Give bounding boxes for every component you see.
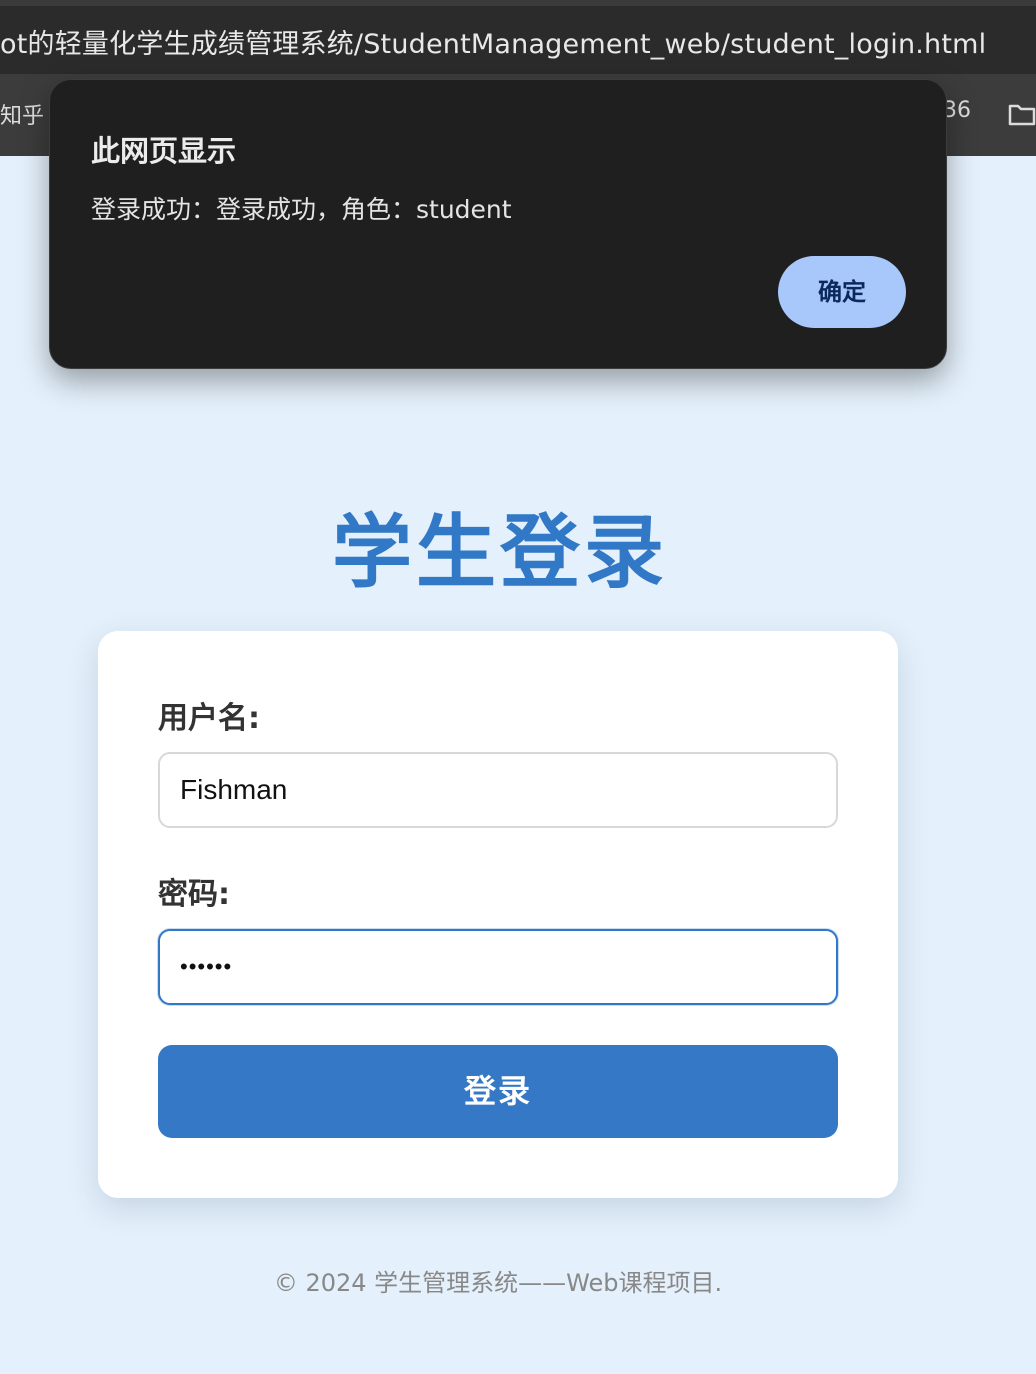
dialog-title: 此网页显示 <box>91 134 237 168</box>
login-button[interactable]: 登录 <box>158 1045 838 1138</box>
footer-copyright: © 2024 学生管理系统——Web课程项目. <box>273 1269 723 1297</box>
password-label: 密码: <box>158 877 230 912</box>
login-form: 用户名: Fishman 密码: •••••• 登录 <box>98 631 898 1198</box>
dialog-ok-button[interactable]: 确定 <box>778 256 906 328</box>
dialog-message: 登录成功：登录成功，角色：student <box>91 195 512 224</box>
password-input[interactable]: •••••• <box>158 929 838 1005</box>
username-input[interactable]: Fishman <box>158 752 838 828</box>
username-label: 用户名: <box>158 701 260 736</box>
address-url[interactable]: ot的轻量化学生成绩管理系统/StudentManagement_web/stu… <box>0 22 986 61</box>
bookmark-item-zhihu[interactable]: 知乎 <box>0 98 44 130</box>
address-bar[interactable]: ot的轻量化学生成绩管理系统/StudentManagement_web/stu… <box>0 0 1036 74</box>
alert-dialog: 此网页显示 登录成功：登录成功，角色：student 确定 <box>49 79 947 369</box>
folder-icon[interactable] <box>1008 102 1036 126</box>
page-title: 学生登录 <box>332 506 668 599</box>
bookmark-item-partial[interactable]: 36 <box>943 98 971 123</box>
